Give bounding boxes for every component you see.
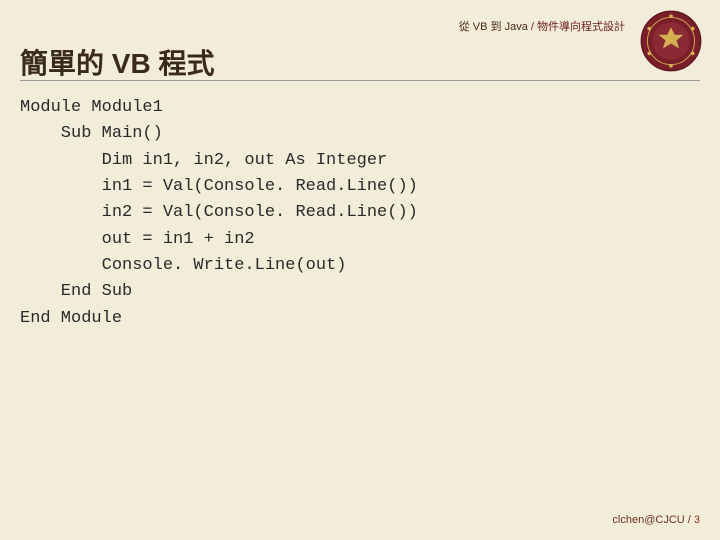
breadcrumb-left: 從 VB 到 Java: [459, 21, 528, 33]
code-block: Module Module1 Sub Main() Dim in1, in2, …: [20, 95, 418, 332]
code-line: End Module: [20, 309, 122, 328]
page-title: 簡單的 VB 程式: [20, 42, 214, 82]
code-line: Console. Write.Line(out): [20, 256, 346, 275]
code-line: Dim in1, in2, out As Integer: [20, 151, 387, 170]
title-divider: [20, 80, 700, 81]
code-line: out = in1 + in2: [20, 230, 255, 249]
code-line: in2 = Val(Console. Read.Line()): [20, 203, 418, 222]
code-line: End Sub: [20, 282, 132, 301]
breadcrumb-right: 物件導向程式設計: [537, 21, 625, 33]
code-line: Module Module1: [20, 98, 163, 117]
page-number: 3: [694, 514, 700, 526]
footer-sep: /: [685, 514, 694, 526]
footer: clchen@CJCU / 3: [612, 514, 700, 526]
breadcrumb-sep: /: [528, 21, 537, 33]
breadcrumb: 從 VB 到 Java / 物件導向程式設計: [459, 18, 625, 34]
code-line: in1 = Val(Console. Read.Line()): [20, 177, 418, 196]
footer-author: clchen@CJCU: [612, 514, 684, 526]
university-logo: [640, 10, 702, 72]
code-line: Sub Main(): [20, 124, 163, 143]
